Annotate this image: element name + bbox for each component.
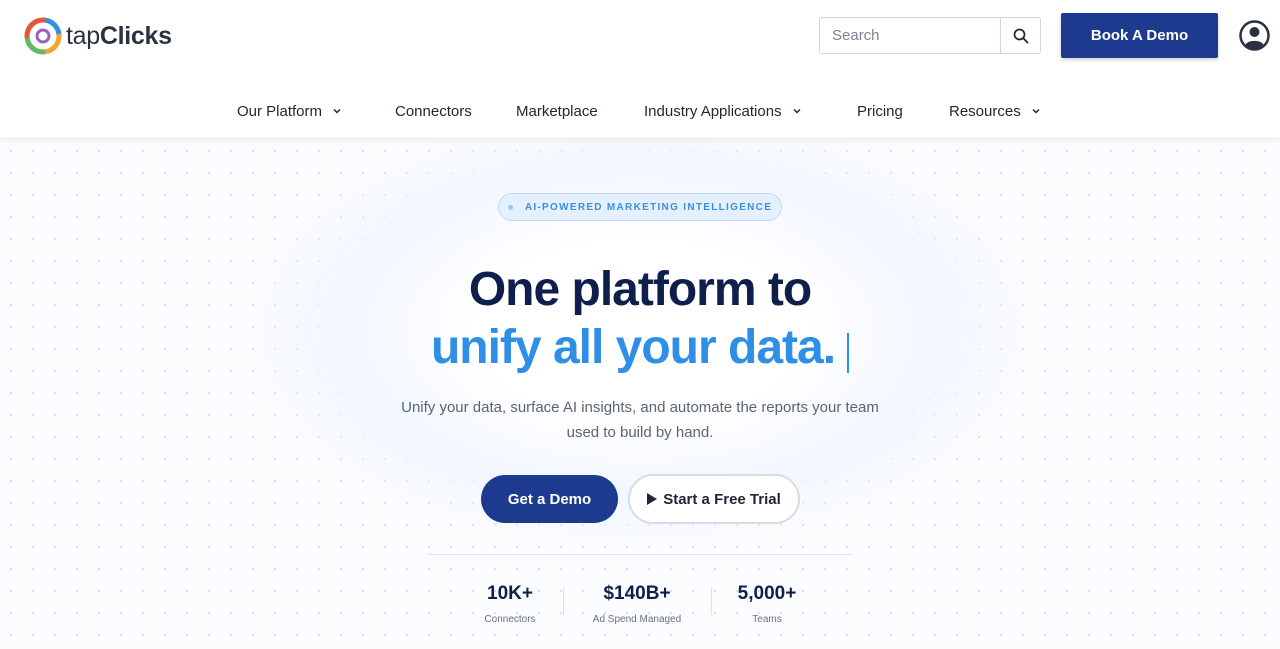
start-free-trial-label: Start a Free Trial [663, 490, 781, 508]
search-box [819, 17, 1041, 54]
badge-dot-icon [507, 204, 513, 210]
tapclicks-logo[interactable]: tapClicks [24, 16, 172, 56]
logo-text-bold: Clicks [99, 21, 172, 50]
tapclicks-ring-logo-icon [24, 17, 62, 55]
stat-separator [711, 587, 712, 615]
nav-item-connectors[interactable]: Connectors [395, 96, 472, 126]
book-demo-button[interactable]: Book A Demo [1061, 13, 1218, 58]
logo-wordmark: tapClicks [66, 22, 172, 51]
nav-item-industry-applications[interactable]: Industry Applications [644, 96, 802, 126]
hero-badge-text: AI-POWERED MARKETING INTELLIGENCE [524, 201, 773, 213]
stat-value: 10K+ [487, 583, 533, 604]
nav-item-pricing[interactable]: Pricing [857, 96, 903, 126]
start-free-trial-button[interactable]: Start a Free Trial [628, 474, 800, 524]
stat-value: 5,000+ [737, 583, 797, 604]
stat-label: Teams [752, 614, 782, 625]
stat-separator [563, 587, 564, 615]
search-icon [1013, 28, 1028, 43]
stat-teams: 5,000+ Teams [727, 580, 807, 625]
nav-label: Connectors [395, 102, 472, 120]
play-icon [647, 493, 658, 505]
stat-label: Connectors [484, 614, 536, 625]
nav-item-marketplace[interactable]: Marketplace [516, 96, 598, 126]
stat-label: Ad Spend Managed [592, 614, 682, 625]
hero-headline-line2: unify all your data. [0, 316, 1280, 380]
stats-divider [428, 554, 853, 555]
hero-headline-line1: One platform to [468, 263, 812, 316]
site-header: tapClicks Book A Demo Our Platform Conne… [0, 0, 1280, 139]
get-demo-button[interactable]: Get a Demo [481, 475, 618, 523]
nav-label: Resources [949, 102, 1021, 120]
stat-connectors: 10K+ Connectors [470, 580, 550, 625]
user-account-icon[interactable] [1239, 20, 1270, 51]
main-nav: Our Platform Connectors Marketplace Indu… [0, 96, 1280, 126]
stat-ad-spend: $140B+ Ad Spend Managed [577, 580, 697, 625]
typing-caret [847, 333, 850, 373]
search-input[interactable] [820, 18, 1000, 53]
nav-label: Industry Applications [644, 102, 782, 120]
nav-item-resources[interactable]: Resources [949, 96, 1041, 126]
chevron-down-icon [793, 108, 801, 114]
hero-badge: AI-POWERED MARKETING INTELLIGENCE [498, 193, 782, 221]
logo-text-light: tap [66, 21, 100, 50]
nav-label: Marketplace [516, 102, 598, 120]
hero-subtext: Unify your data, surface AI insights, an… [401, 399, 879, 441]
nav-label: Pricing [857, 102, 903, 120]
chevron-down-icon [333, 108, 341, 114]
stat-value: $140B+ [603, 583, 671, 604]
nav-item-our-platform[interactable]: Our Platform [237, 96, 342, 126]
hero-section: AI-POWERED MARKETING INTELLIGENCE One pl… [0, 140, 1280, 649]
nav-label: Our Platform [237, 102, 323, 120]
hero-headline-highlight: unify all your data. [430, 321, 836, 374]
search-button[interactable] [1000, 18, 1040, 53]
chevron-down-icon [1032, 108, 1040, 114]
